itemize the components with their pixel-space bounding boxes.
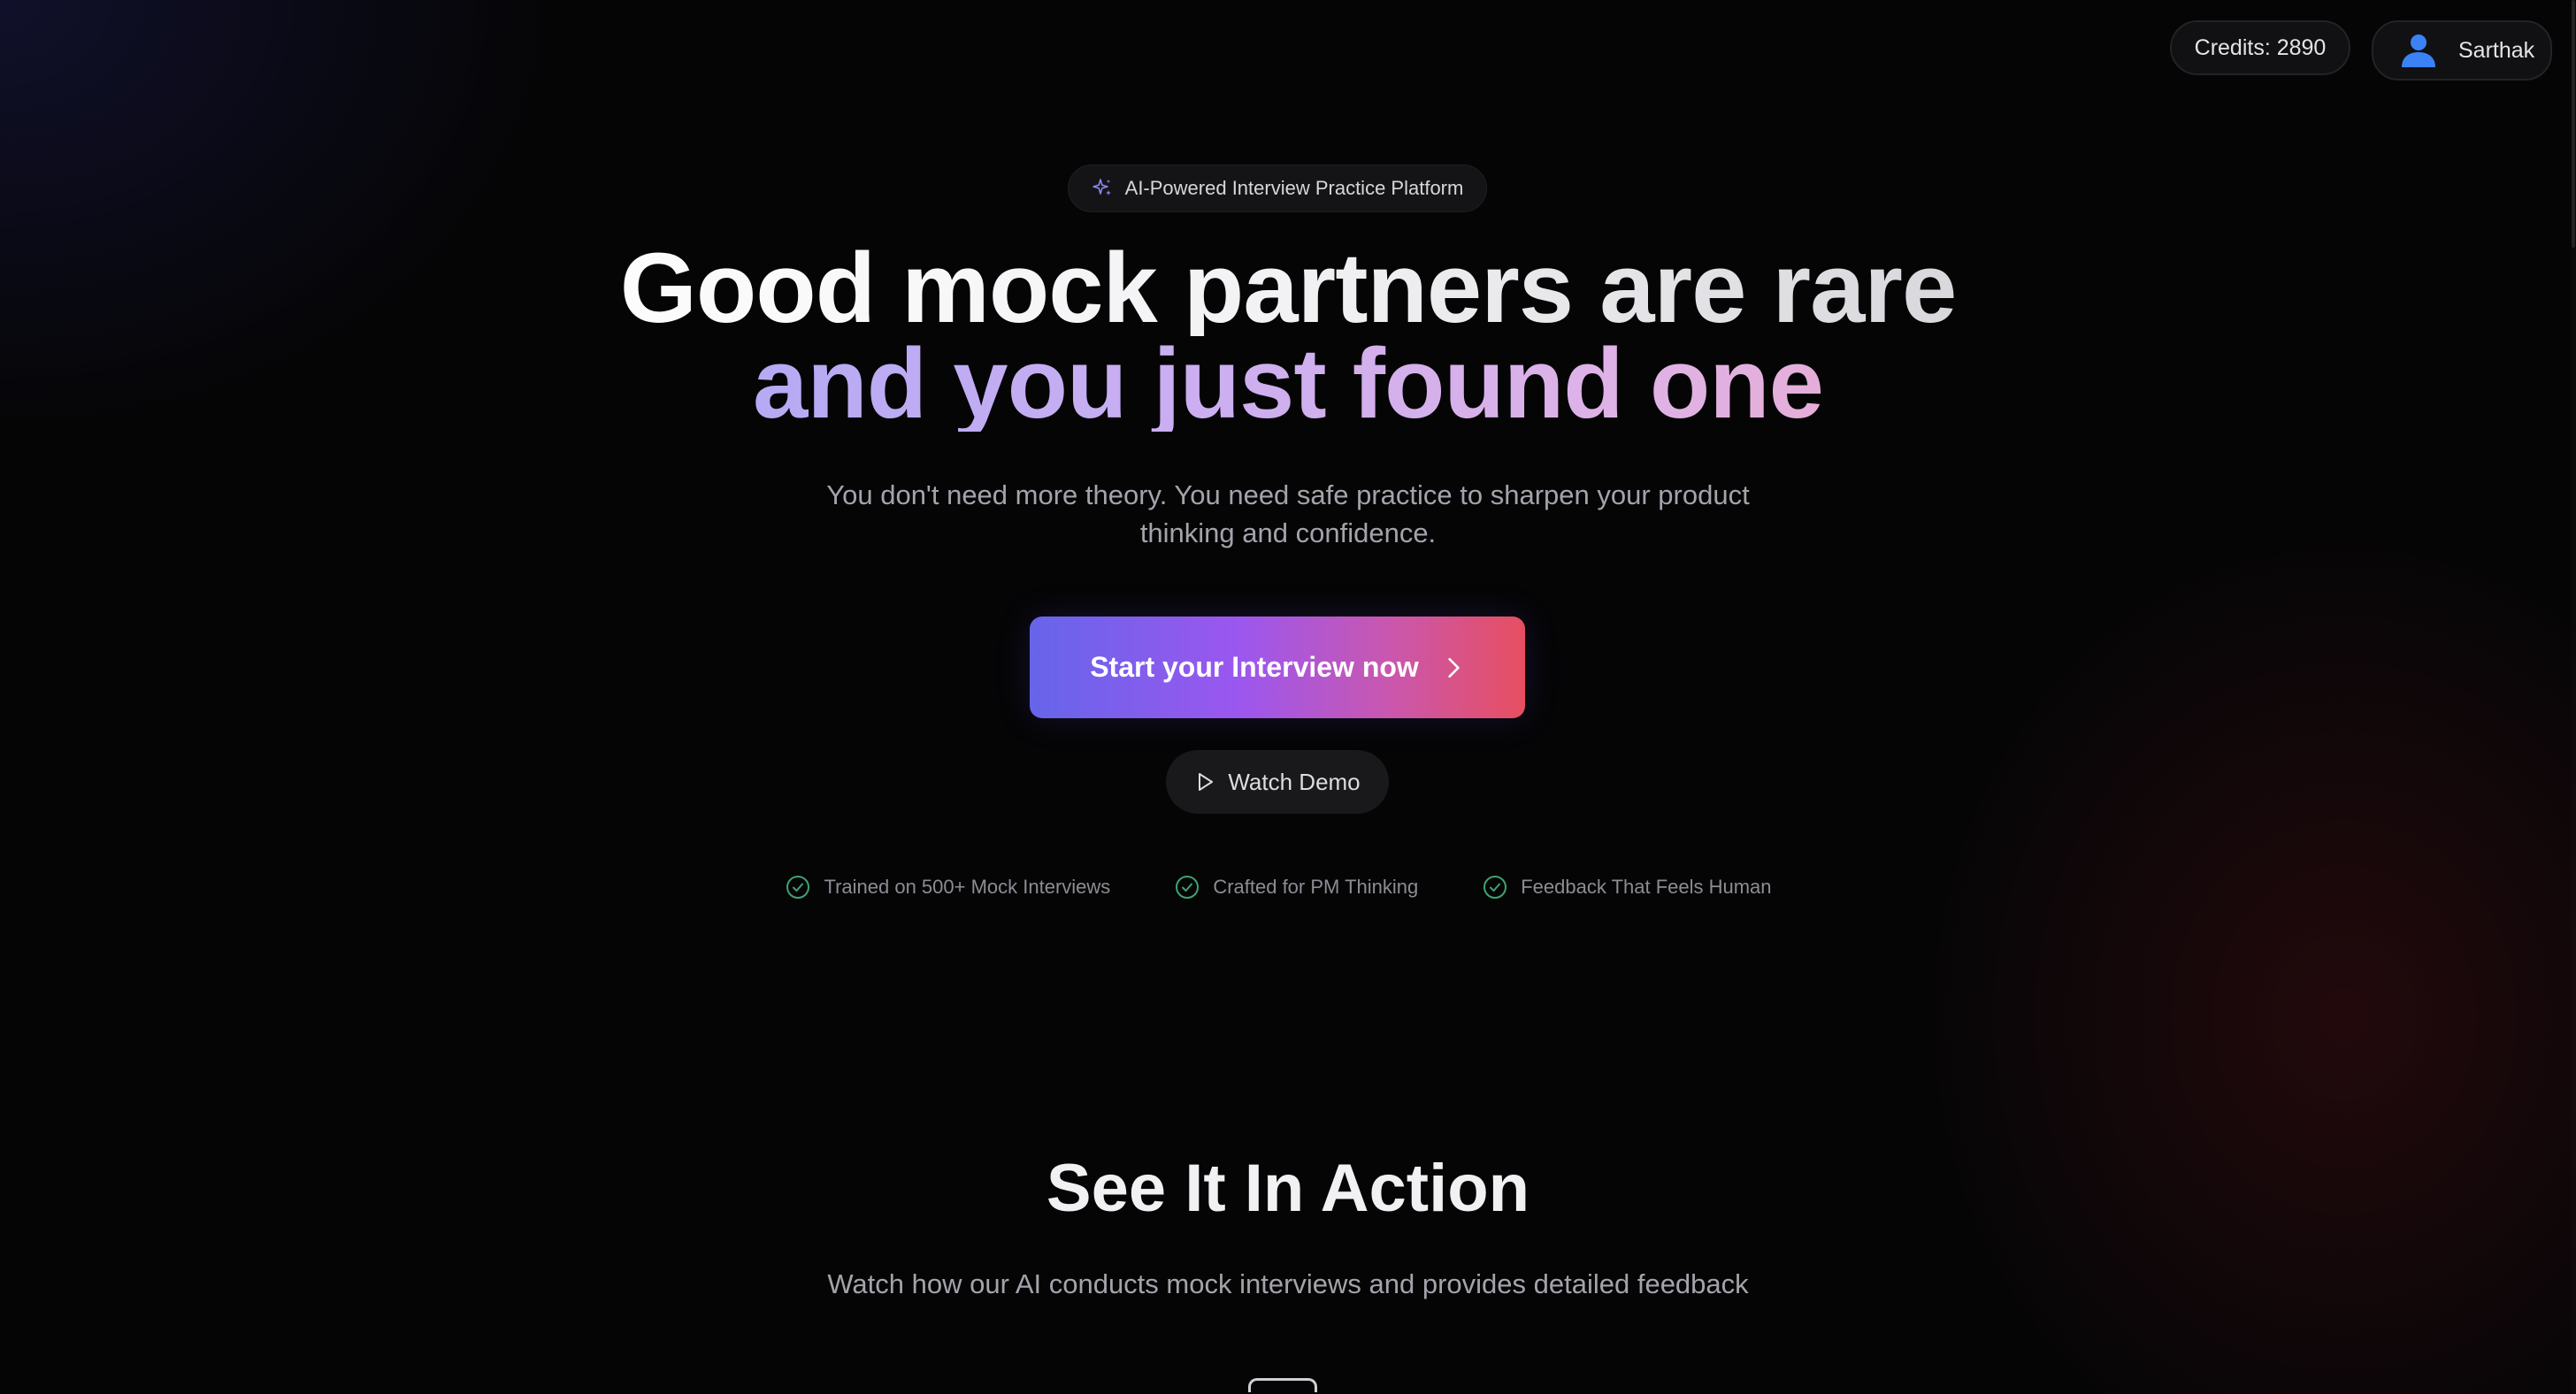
section-title: See It In Action bbox=[1046, 1151, 1530, 1226]
landing-page: Credits: 2890 Sarthak AI-Powered Intervi… bbox=[0, 0, 2576, 1394]
chevron-right-icon bbox=[1448, 657, 1460, 678]
feature-item: Feedback That Feels Human bbox=[1482, 874, 1772, 900]
feature-item: Crafted for PM Thinking bbox=[1174, 874, 1418, 900]
demo-label: Watch Demo bbox=[1228, 768, 1361, 795]
feature-label: Feedback That Feels Human bbox=[1521, 876, 1772, 898]
feature-label: Trained on 500+ Mock Interviews bbox=[824, 876, 1111, 898]
hero-subtitle: You don't need more theory. You need saf… bbox=[826, 479, 1750, 548]
platform-badge: AI-Powered Interview Practice Platform bbox=[1068, 165, 1487, 212]
headline-line-1: Good mock partners are rare bbox=[403, 239, 2173, 338]
feature-list: Trained on 500+ Mock Interviews Crafted … bbox=[0, 874, 2557, 900]
badge-text: AI-Powered Interview Practice Platform bbox=[1124, 177, 1464, 199]
cta-label: Start your Interview now bbox=[1090, 651, 1419, 683]
check-circle-icon bbox=[1176, 876, 1200, 899]
user-menu-button[interactable]: Sarthak bbox=[2372, 20, 2552, 80]
check-circle-icon bbox=[786, 876, 810, 899]
demo-video-frame[interactable] bbox=[1248, 1378, 1317, 1392]
scrollbar[interactable] bbox=[2571, 0, 2576, 1394]
watch-demo-button[interactable]: Watch Demo bbox=[1166, 750, 1389, 814]
check-circle-icon bbox=[1484, 876, 1507, 899]
start-interview-button[interactable]: Start your Interview now bbox=[1030, 617, 1525, 718]
credits-label: Credits: 2890 bbox=[2194, 34, 2327, 60]
feature-item: Trained on 500+ Mock Interviews bbox=[785, 874, 1110, 900]
section-subtitle: Watch how our AI conducts mock interview… bbox=[827, 1268, 1749, 1299]
feature-label: Crafted for PM Thinking bbox=[1213, 876, 1419, 898]
sparkles-icon bbox=[1092, 179, 1111, 195]
scrollbar-thumb[interactable] bbox=[2572, 0, 2575, 248]
credits-badge[interactable]: Credits: 2890 bbox=[2170, 20, 2350, 75]
headline-line-2: and you just found one bbox=[403, 334, 2173, 433]
play-icon bbox=[1199, 773, 1214, 791]
user-name: Sarthak bbox=[2458, 37, 2535, 63]
user-avatar-icon bbox=[2402, 34, 2435, 67]
hero-headline: Good mock partners are rare and you just… bbox=[403, 239, 2173, 433]
